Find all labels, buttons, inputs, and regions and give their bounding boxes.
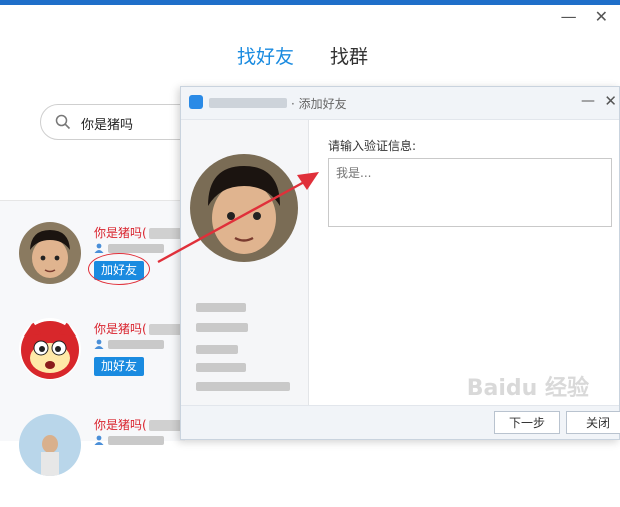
dialog-title: · 添加好友 [291,97,347,111]
profile-account [196,323,248,332]
result-info [94,339,164,349]
avatar[interactable] [19,222,81,284]
baidu-watermark: Baidu 经验 [466,376,589,401]
profile-detail [196,345,238,354]
user-icon [94,435,104,445]
verify-message-box [328,158,612,227]
window-controls: — ✕ [561,9,608,25]
list-item: 你是猪吗( [0,411,197,507]
result-info [94,243,164,253]
dialog-close-button[interactable]: 关闭 [566,411,620,434]
next-step-button[interactable]: 下一步 [494,411,560,434]
dialog-close-icon[interactable]: ✕ [604,92,617,110]
profile-nickname [196,303,246,312]
verify-message-input[interactable] [329,159,611,226]
profile-detail [196,363,246,372]
dialog-account-name [209,98,287,108]
avatar[interactable] [19,414,81,476]
search-tabs: 找好友 找群 [0,42,620,72]
dialog-minimize-button[interactable]: — [581,93,595,109]
list-item: 你是猪吗( 加好友 [0,315,197,411]
add-friend-dialog: · 添加好友 — ✕ 请输入验证信息: Baidu 经验 下一步 关闭 [180,86,620,440]
profile-pane [181,120,309,408]
tab-find-friends[interactable]: 找好友 [237,42,294,69]
search-icon [55,114,71,130]
minimize-button[interactable]: — [561,9,577,25]
avatar[interactable] [19,318,81,380]
tab-find-groups[interactable]: 找群 [330,42,368,69]
verify-label: 请输入验证信息: [328,139,417,153]
add-friend-button[interactable]: 加好友 [94,357,145,376]
title-bar-strip [0,0,620,5]
profile-avatar [190,154,298,262]
close-button[interactable]: ✕ [595,9,608,25]
results-list: 你是猪吗( 加好友 你是猪吗( 加好友 你是猪吗( [0,200,197,476]
dialog-footer: 下一步 关闭 [181,405,620,439]
annotation-circle [88,253,150,285]
app-logo-icon [189,95,203,109]
profile-detail [196,382,290,391]
user-icon [94,243,104,253]
result-info [94,435,164,445]
user-icon [94,339,104,349]
dialog-title-bar: · 添加好友 — ✕ [181,87,619,120]
